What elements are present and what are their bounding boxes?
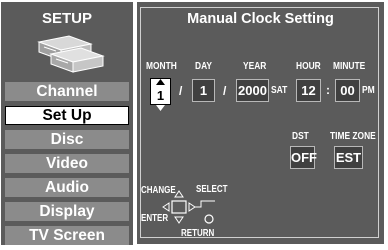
time-zone-label: TIME ZONE	[330, 130, 376, 142]
menu-item-disc[interactable]: Disc	[5, 130, 129, 149]
setup-menu-panel: SETUP Channel Set Up Disc Video Audio Di…	[1, 2, 133, 245]
menu-item-audio[interactable]: Audio	[5, 178, 129, 197]
time-zone-field[interactable]: EST	[334, 146, 363, 169]
month-value: 1	[156, 88, 165, 103]
time-separator: :	[326, 83, 330, 97]
weekday-text: SAT	[271, 85, 288, 96]
menu-item-channel[interactable]: Channel	[5, 82, 129, 101]
down-arrow-icon[interactable]	[156, 105, 165, 111]
panel-title: Manual Clock Setting	[187, 11, 334, 27]
month-label: MONTH	[146, 60, 177, 72]
av-devices-icon	[37, 35, 105, 73]
setup-title: SETUP	[41, 10, 92, 27]
hour-field[interactable]: 12	[296, 79, 321, 102]
up-arrow-icon[interactable]	[156, 79, 165, 85]
day-field[interactable]: 1	[192, 79, 215, 102]
clock-setting-panel: Manual Clock Setting MONTH DAY YEAR HOUR…	[137, 2, 384, 244]
ampm-text: PM	[362, 85, 375, 96]
minute-field[interactable]: 00	[335, 79, 360, 102]
menu-item-tv-screen[interactable]: TV Screen	[5, 226, 129, 245]
year-field[interactable]: 2000	[236, 79, 269, 102]
day-label: DAY	[195, 60, 212, 72]
date-separator: /	[223, 84, 227, 98]
dst-field[interactable]: OFF	[290, 146, 317, 169]
remote-dpad-icon	[162, 190, 215, 224]
hour-label: HOUR	[296, 60, 321, 72]
date-separator: /	[179, 84, 183, 98]
menu-item-display[interactable]: Display	[5, 202, 129, 221]
setup-menu: Channel Set Up Disc Video Audio Display …	[5, 82, 129, 250]
menu-item-video[interactable]: Video	[5, 154, 129, 173]
menu-item-set-up[interactable]: Set Up	[5, 106, 129, 125]
dst-label: DST	[292, 130, 309, 142]
minute-label: MINUTE	[333, 60, 366, 72]
year-label: YEAR	[243, 60, 267, 72]
